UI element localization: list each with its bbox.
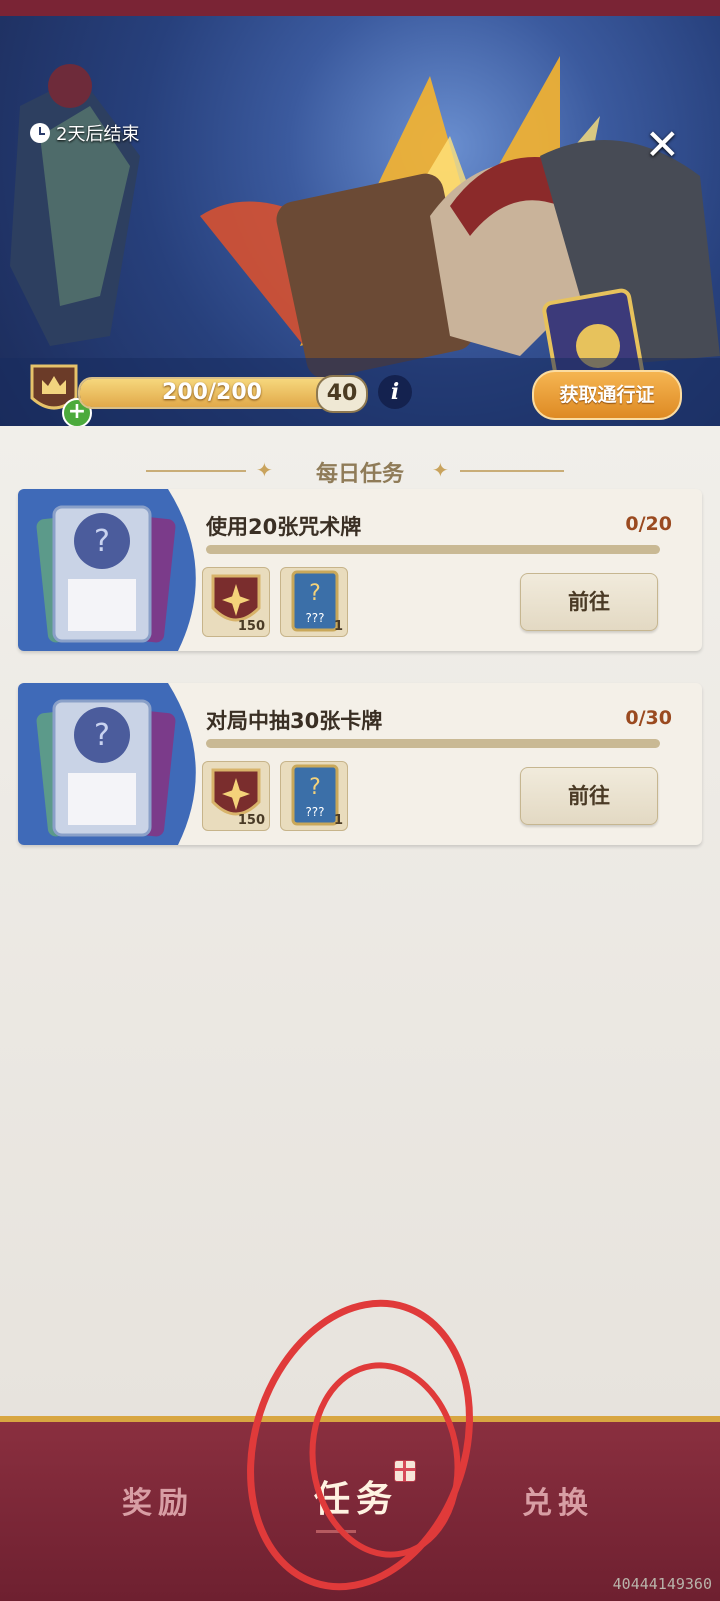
ornament-right	[460, 470, 564, 472]
go-button[interactable]: 前往	[520, 767, 658, 825]
draw-card-art: ?	[18, 683, 196, 845]
star-ornament-icon: ✦	[432, 458, 449, 482]
svg-text:?: ?	[309, 775, 321, 800]
reward-item[interactable]: 150	[202, 761, 270, 831]
nav-exchange-tab[interactable]: 兑换	[522, 1478, 594, 1522]
footer-number: 40444149360	[612, 1575, 712, 1593]
task-progress-text: 0/20	[625, 513, 672, 535]
clock-icon	[30, 123, 50, 143]
mystery-card-text: ???	[305, 611, 324, 625]
reward-count: 1	[333, 619, 343, 634]
task-progress-track	[206, 739, 660, 748]
mystery-card-text: ???	[305, 805, 324, 819]
task-progress-text: 0/30	[625, 707, 672, 729]
nav-tasks-tab[interactable]: 任务	[314, 1470, 398, 1522]
task-progress-track	[206, 545, 660, 554]
active-tab-indicator	[316, 1530, 356, 1533]
reward-count: 150	[237, 813, 265, 828]
task-card: ? 对局中抽30张卡牌 0/30 150 ? ??? 1 前往	[18, 683, 702, 845]
task-title: 使用20张咒术牌	[206, 515, 362, 539]
svg-text:?: ?	[94, 718, 110, 753]
info-icon[interactable]: i	[378, 375, 412, 409]
timer-text: 2天后结束	[56, 124, 140, 145]
reward-count: 150	[237, 619, 265, 634]
section-title: 每日任务	[315, 462, 404, 487]
svg-text:?: ?	[94, 524, 110, 559]
reward-item[interactable]: ? ??? 1	[280, 567, 348, 637]
reward-item[interactable]: ? ??? 1	[280, 761, 348, 831]
close-icon[interactable]: ✕	[645, 124, 680, 166]
gift-icon	[394, 1460, 416, 1482]
task-card: ? 使用20张咒术牌 0/20 150 ? ??? 1 前往	[18, 489, 702, 651]
svg-text:?: ?	[309, 581, 321, 606]
event-timer: 2天后结束	[30, 120, 139, 146]
go-button[interactable]: 前往	[520, 573, 658, 631]
get-pass-button[interactable]: 获取通行证	[532, 370, 682, 420]
nav-rewards-tab[interactable]: 奖励	[122, 1478, 194, 1522]
reward-count: 1	[333, 813, 343, 828]
xp-text: 200/200	[162, 380, 262, 405]
level-badge: 40	[316, 375, 368, 413]
reward-item[interactable]: 150	[202, 567, 270, 637]
task-title: 对局中抽30张卡牌	[206, 709, 383, 733]
spell-card-art: ?	[18, 489, 196, 651]
top-strip	[0, 0, 720, 16]
